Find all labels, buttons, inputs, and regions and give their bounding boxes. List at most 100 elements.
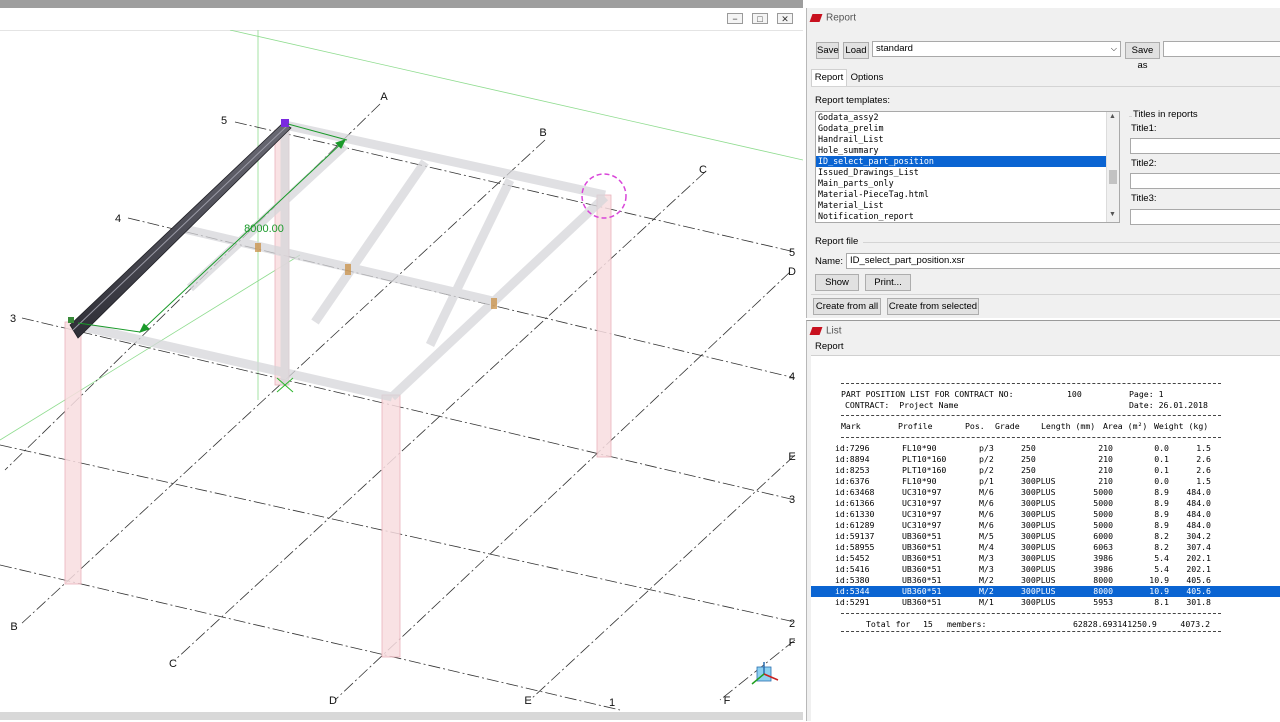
- cell-area: 0.0: [1154, 443, 1169, 453]
- tekla-logo-icon: [809, 327, 823, 336]
- table-row[interactable]: id:7296 FL10*90 p/3 250 210 0.0 1.5: [811, 443, 1280, 454]
- templates-scrollbar[interactable]: ▲ ▼: [1106, 112, 1119, 222]
- totals-row: Total for 15 members: 62828.693141250.9 …: [811, 619, 1280, 630]
- create-from-selected-button[interactable]: Create from selected: [887, 298, 979, 315]
- cell-grade: 250: [1021, 454, 1036, 464]
- table-row[interactable]: id:58955 UB360*51 M/4 300PLUS 6063 8.2 307.4: [811, 542, 1280, 553]
- list-item[interactable]: Issued_Drawings_List: [816, 167, 1108, 178]
- list-item-selected[interactable]: ID_select_part_position: [816, 156, 1108, 167]
- separator: [841, 437, 1221, 438]
- minimize-icon[interactable]: −: [727, 13, 743, 24]
- title2-label: Title2:: [1131, 158, 1157, 169]
- col-length: Length (mm): [1041, 421, 1096, 431]
- table-row[interactable]: id:5380 UB360*51 M/2 300PLUS 8000 10.9 405.6: [811, 575, 1280, 586]
- scroll-up-icon[interactable]: ▲: [1109, 113, 1116, 120]
- table-row[interactable]: id:6376 FL10*90 p/1 300PLUS 210 0.0 1.5: [811, 476, 1280, 487]
- grid-label-B: B: [539, 127, 546, 139]
- list-item[interactable]: Godata_prelim: [816, 123, 1108, 134]
- list-item[interactable]: Main_parts_only: [816, 178, 1108, 189]
- model-scene[interactable]: 8000.00 A B C D E F B C D E F 5 4 3 5 4 …: [0, 30, 803, 712]
- name-label: Name:: [815, 256, 843, 267]
- model-viewport[interactable]: − □ ✕ 8000.00 A B C D E F B C D E F 5 4 …: [0, 0, 803, 720]
- list-item[interactable]: Godata_assy2: [816, 112, 1108, 123]
- table-row[interactable]: id:5416 UB360*51 M/3 300PLUS 3986 5.4 202.1: [811, 564, 1280, 575]
- cell-weight: 405.6: [1186, 575, 1211, 585]
- table-row[interactable]: id:61366 UC310*97 M/6 300PLUS 5000 8.9 484.0: [811, 498, 1280, 509]
- scroll-down-icon[interactable]: ▼: [1109, 211, 1116, 218]
- table-row[interactable]: id:5452 UB360*51 M/3 300PLUS 3986 5.4 202.1: [811, 553, 1280, 564]
- cell-grade: 300PLUS: [1021, 564, 1056, 574]
- list-menu-report[interactable]: Report: [815, 341, 844, 352]
- report-titlebar: Report: [809, 12, 856, 28]
- cell-weight: 304.2: [1186, 531, 1211, 541]
- list-item[interactable]: Notification_report: [816, 211, 1108, 222]
- cell-length: 210: [1098, 465, 1113, 475]
- scroll-thumb[interactable]: [1109, 170, 1117, 184]
- save-button[interactable]: Save: [816, 42, 839, 59]
- table-row[interactable]: id:5291 UB360*51 M/1 300PLUS 5953 8.1 301.8: [811, 597, 1280, 608]
- cell-area: 8.1: [1154, 597, 1169, 607]
- grid-label-C-bottom: C: [169, 658, 177, 670]
- cell-mark: id:61289: [835, 520, 875, 530]
- cell-grade: 300PLUS: [1021, 597, 1056, 607]
- save-as-input[interactable]: [1163, 41, 1280, 57]
- templates-label: Report templates:: [815, 95, 890, 106]
- col-pos: Pos.: [965, 421, 985, 431]
- table-row[interactable]: id:61330 UC310*97 M/6 300PLUS 5000 8.9 484.0: [811, 509, 1280, 520]
- cell-area: 10.9: [1149, 575, 1169, 585]
- page-number: Page: 1: [1129, 389, 1164, 399]
- cell-weight: 484.0: [1186, 498, 1211, 508]
- list-item[interactable]: Handrail_List: [816, 134, 1108, 145]
- cell-profile: UB360*51: [902, 597, 942, 607]
- tab-report[interactable]: Report: [811, 69, 847, 86]
- cell-mark: id:5344: [835, 586, 870, 596]
- tab-options[interactable]: Options: [847, 70, 887, 87]
- cell-area: 0.1: [1154, 454, 1169, 464]
- load-button[interactable]: Load: [843, 42, 869, 59]
- table-row[interactable]: id:8894 PLT10*160 p/2 250 210 0.1 2.6: [811, 454, 1280, 465]
- templates-list[interactable]: Godata_assy2 Godata_prelim Handrail_List…: [815, 111, 1120, 223]
- table-row-selected[interactable]: id:5344 UB360*51 M/2 300PLUS 8000 10.9 405.6: [811, 586, 1280, 597]
- grid-label-E-bottom: E: [524, 695, 531, 707]
- total-count: 15: [923, 619, 933, 629]
- col-mark: Mark: [841, 421, 861, 431]
- cell-grade: 300PLUS: [1021, 487, 1056, 497]
- table-row[interactable]: id:8253 PLT10*160 p/2 250 210 0.1 2.6: [811, 465, 1280, 476]
- cell-grade: 300PLUS: [1021, 520, 1056, 530]
- table-row[interactable]: id:61289 UC310*97 M/6 300PLUS 5000 8.9 484.0: [811, 520, 1280, 531]
- create-from-all-button[interactable]: Create from all: [813, 298, 881, 315]
- list-item[interactable]: Hole_summary: [816, 145, 1108, 156]
- cell-weight: 484.0: [1186, 487, 1211, 497]
- list-item[interactable]: Material_List: [816, 200, 1108, 211]
- print-button[interactable]: Print...: [865, 274, 911, 291]
- titles-group-line: [1129, 116, 1132, 117]
- show-button[interactable]: Show: [815, 274, 859, 291]
- cell-length: 3986: [1093, 564, 1113, 574]
- cell-mark: id:5291: [835, 597, 870, 607]
- save-as-button[interactable]: Save as: [1125, 42, 1160, 71]
- report-output[interactable]: PART POSITION LIST FOR CONTRACT NO: 100 …: [811, 355, 1280, 722]
- list-item[interactable]: Material-PieceTag.html: [816, 189, 1108, 200]
- table-row[interactable]: id:63468 UC310*97 M/6 300PLUS 5000 8.9 484.0: [811, 487, 1280, 498]
- cell-length: 210: [1098, 476, 1113, 486]
- cell-grade: 300PLUS: [1021, 509, 1056, 519]
- report-file-name-input[interactable]: ID_select_part_position.xsr: [846, 253, 1280, 269]
- cell-mark: id:8894: [835, 454, 870, 464]
- cell-profile: PLT10*160: [902, 454, 947, 464]
- close-icon[interactable]: ✕: [777, 13, 793, 24]
- chevron-down-icon: ⌵: [1110, 44, 1117, 53]
- settings-select[interactable]: standard ⌵: [872, 41, 1121, 57]
- maximize-icon[interactable]: □: [752, 13, 768, 24]
- table-row[interactable]: id:59137 UB360*51 M/5 300PLUS 6000 8.2 304.2: [811, 531, 1280, 542]
- cell-pos: M/2: [979, 586, 994, 596]
- title1-input[interactable]: [1130, 138, 1280, 154]
- total-length-area: 62828.693141250.9: [1073, 619, 1157, 629]
- title2-input[interactable]: [1130, 173, 1280, 189]
- cell-area: 10.9: [1149, 586, 1169, 596]
- cell-weight: 484.0: [1186, 509, 1211, 519]
- tab-divider: [811, 86, 1280, 87]
- cell-pos: M/2: [979, 575, 994, 585]
- guide-lines: [0, 30, 803, 441]
- cell-mark: id:5380: [835, 575, 870, 585]
- title3-input[interactable]: [1130, 209, 1280, 225]
